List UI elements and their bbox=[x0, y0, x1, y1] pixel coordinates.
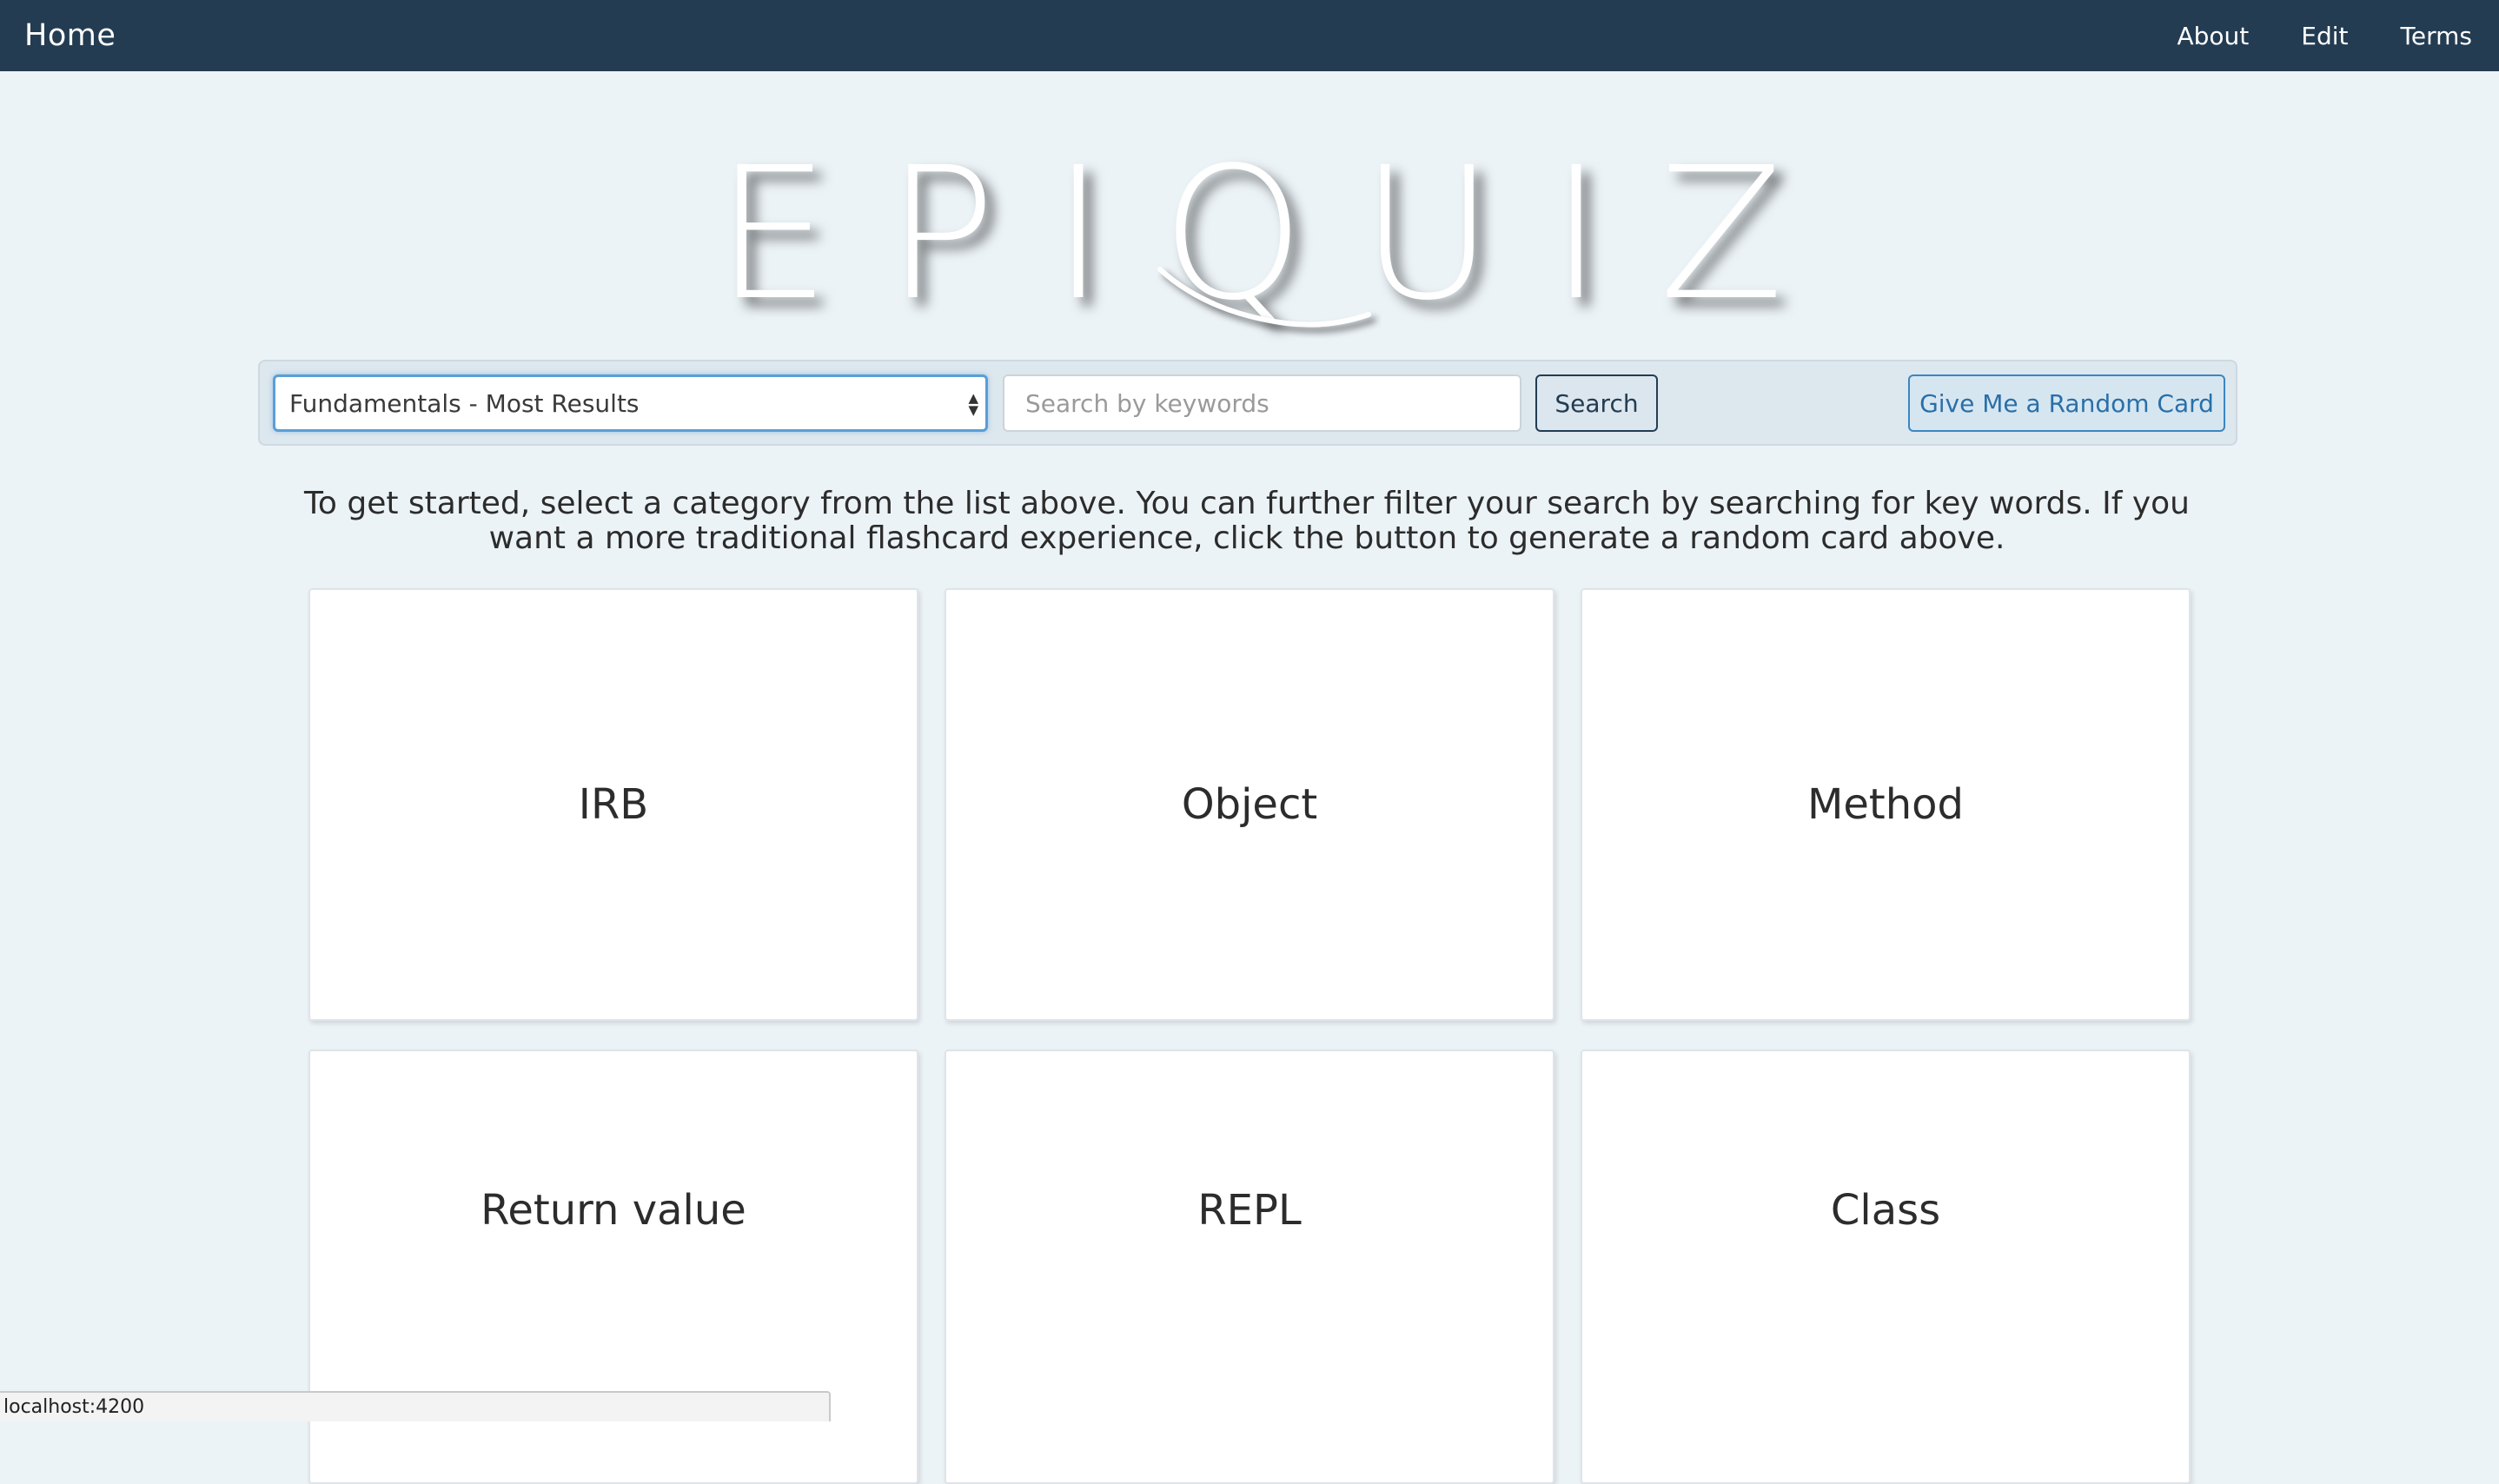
select-arrows-icon: ▲ ▼ bbox=[968, 390, 978, 418]
flashcard-term: Return value bbox=[481, 1186, 746, 1235]
flashcard-term: IRB bbox=[578, 780, 649, 829]
intro-text: To get started, select a category from t… bbox=[304, 486, 2190, 556]
nav-links: About Edit Terms bbox=[2178, 22, 2476, 50]
keyword-search-input[interactable] bbox=[1003, 374, 1521, 432]
flashcard-term: Class bbox=[1830, 1186, 1941, 1235]
nav-home-link[interactable]: Home bbox=[24, 18, 116, 53]
nav-edit-link[interactable]: Edit bbox=[2301, 22, 2348, 50]
top-navbar: Home About Edit Terms bbox=[0, 0, 2499, 71]
browser-status-url: localhost:4200 bbox=[0, 1391, 831, 1421]
nav-about-link[interactable]: About bbox=[2178, 22, 2250, 50]
flashcard-term: Method bbox=[1806, 780, 1965, 829]
category-select-value: Fundamentals - Most Results bbox=[289, 388, 640, 418]
random-card-button[interactable]: Give Me a Random Card bbox=[1908, 374, 2225, 432]
flashcard[interactable]: Class bbox=[1581, 1050, 2191, 1484]
flashcard-term: Object bbox=[1181, 780, 1318, 829]
flashcard[interactable]: IRB bbox=[308, 588, 918, 1021]
logo-swoosh-decoration bbox=[1157, 267, 1371, 328]
flashcard-term: REPL bbox=[1197, 1186, 1302, 1235]
flashcard[interactable]: REPL bbox=[945, 1050, 1554, 1484]
search-panel: Fundamentals - Most Results ▲▼ Search Gi… bbox=[258, 360, 2237, 446]
flashcard[interactable]: Object bbox=[945, 588, 1554, 1021]
flashcard[interactable]: Method bbox=[1581, 588, 2191, 1021]
nav-terms-link[interactable]: Terms bbox=[2401, 22, 2472, 50]
search-button[interactable]: Search bbox=[1535, 374, 1658, 432]
category-select[interactable]: Fundamentals - Most Results ▲ ▼ bbox=[273, 374, 988, 432]
